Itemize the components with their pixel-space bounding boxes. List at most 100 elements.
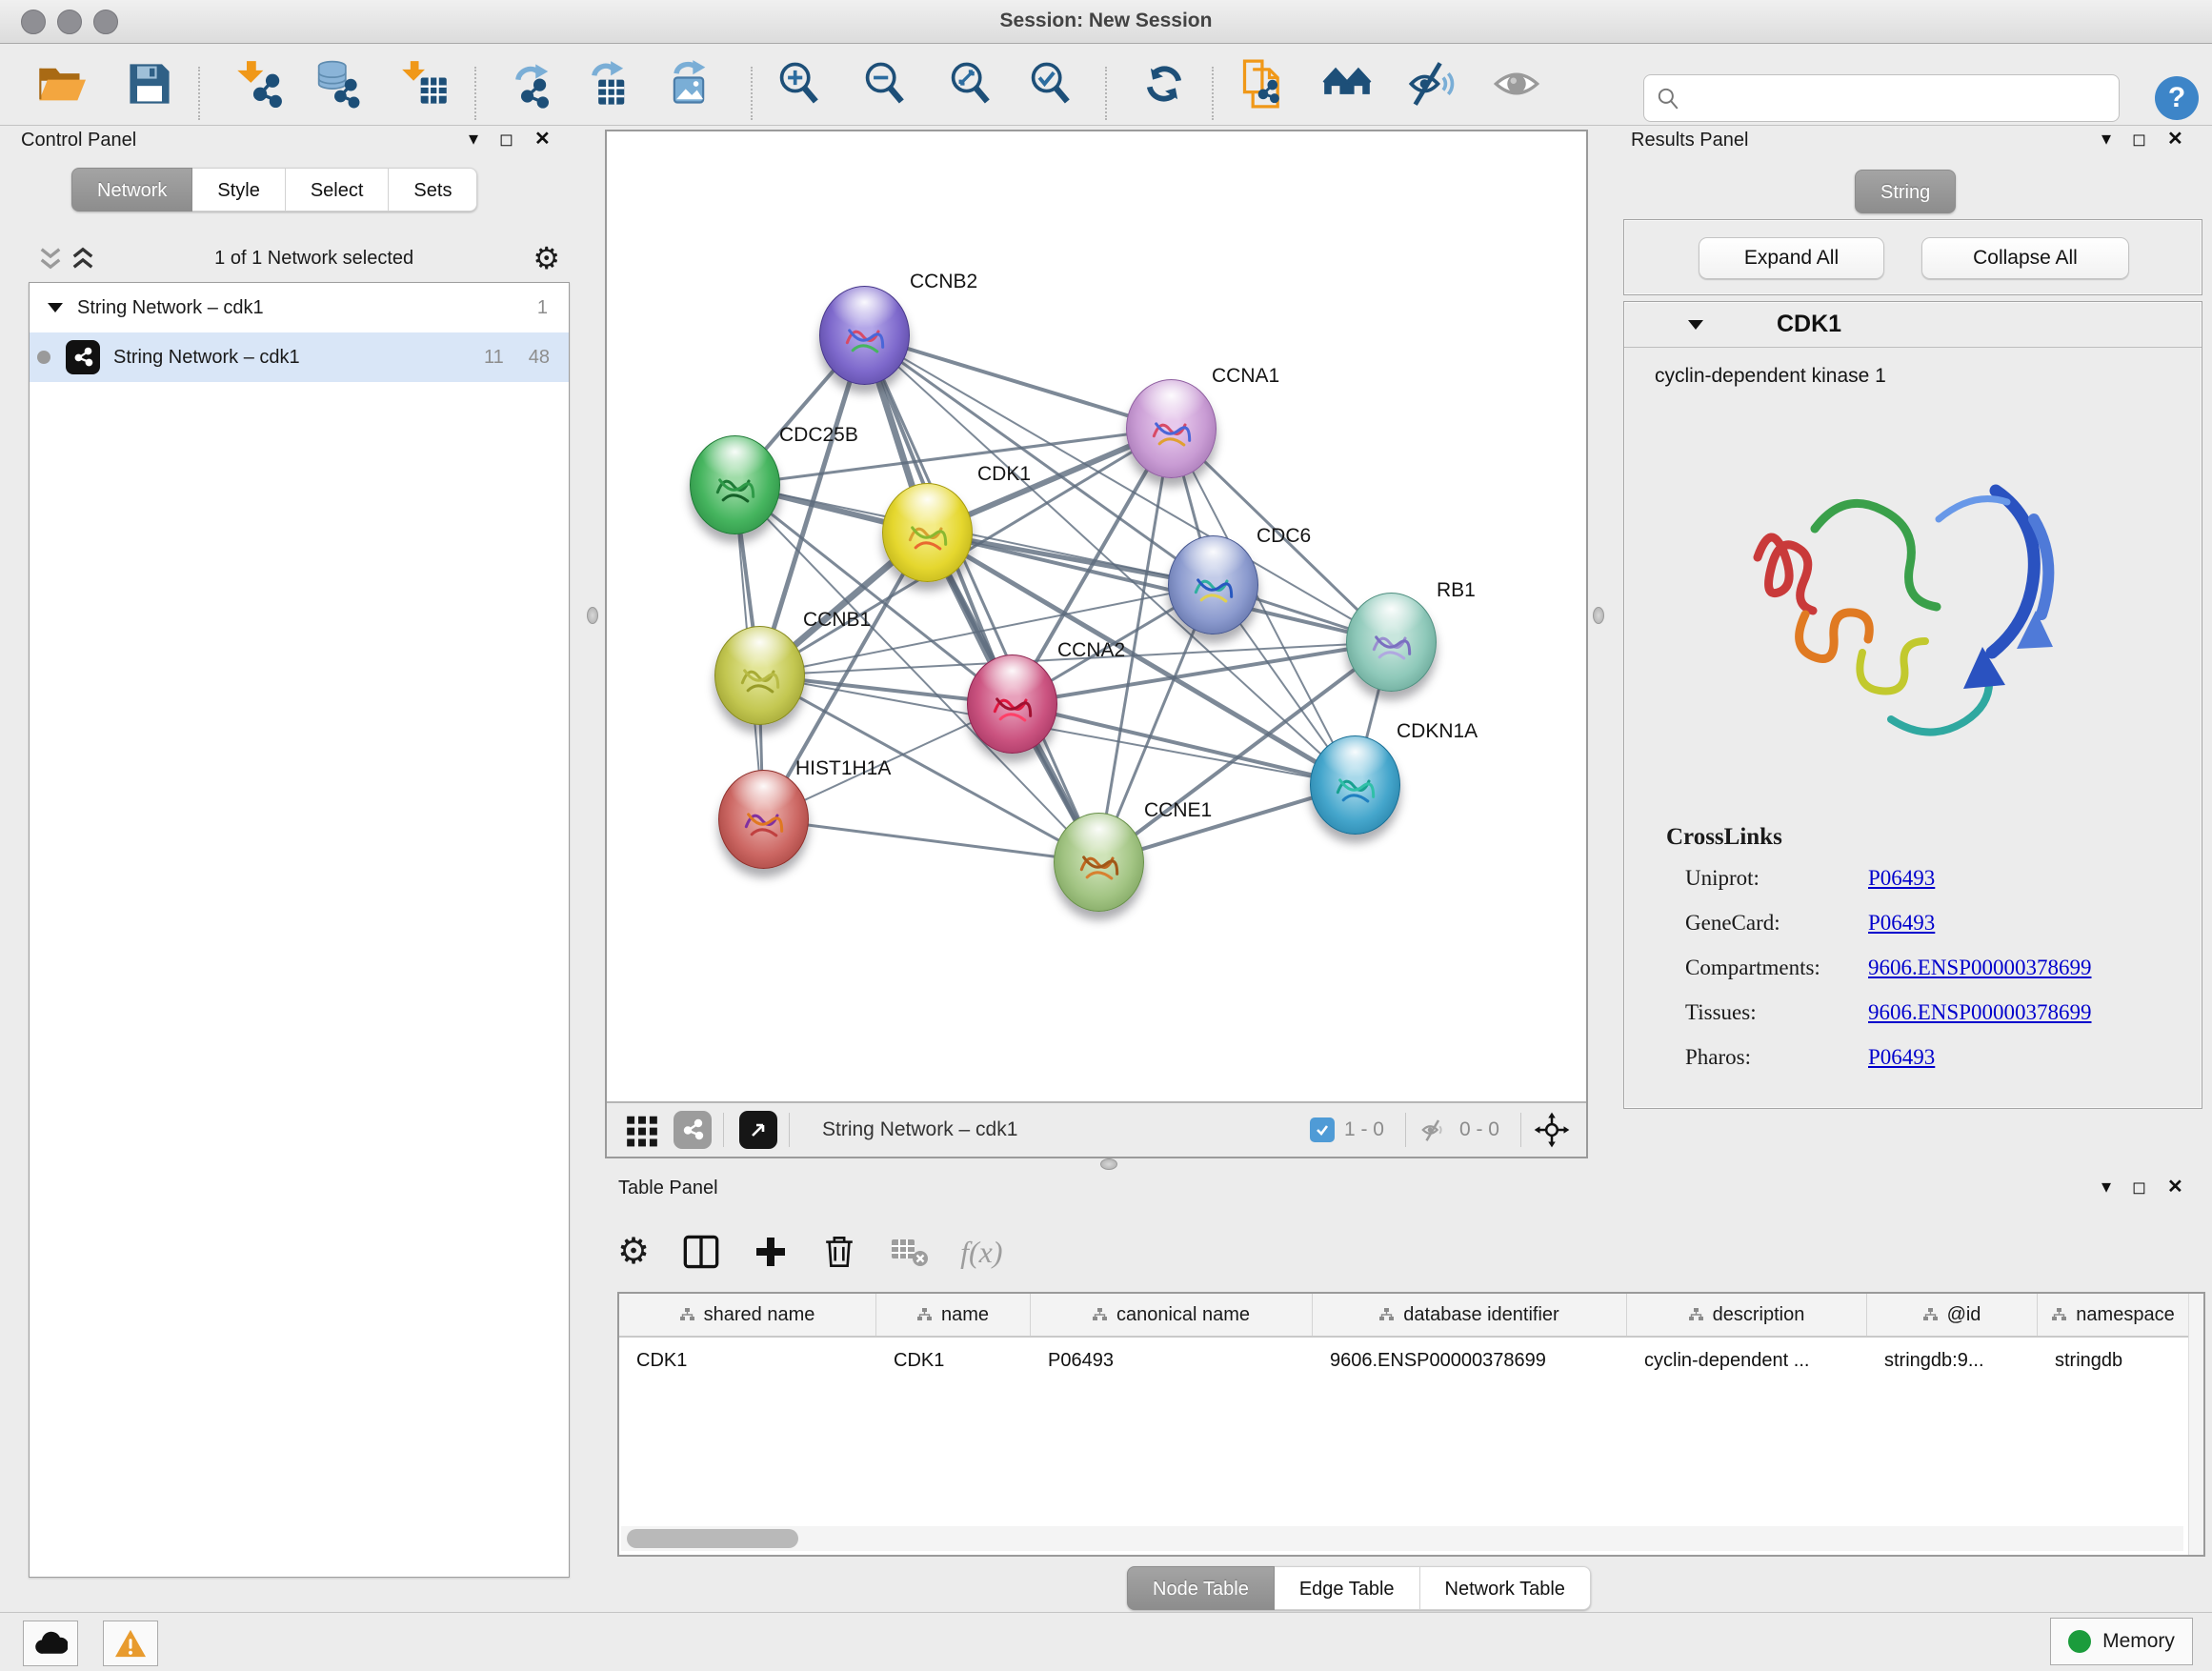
table-vertical-scrollbar[interactable] — [2188, 1294, 2203, 1555]
column-header[interactable]: canonical name — [1031, 1294, 1313, 1336]
add-column-icon[interactable] — [753, 1234, 789, 1270]
network-edge[interactable] — [763, 819, 1098, 862]
network-node-hist1h1a[interactable] — [718, 770, 809, 869]
table-cell[interactable]: 9606.ENSP00000378699 — [1313, 1339, 1627, 1381]
crosslink-link[interactable]: 9606.ENSP00000378699 — [1868, 1000, 2092, 1025]
import-network-from-database-button[interactable] — [311, 59, 360, 109]
export-network-button[interactable] — [508, 59, 557, 109]
column-header[interactable]: shared name — [619, 1294, 876, 1336]
crosslink-link[interactable]: P06493 — [1868, 866, 1935, 891]
column-header[interactable]: name — [876, 1294, 1031, 1336]
zoom-fit-button[interactable] — [946, 59, 995, 109]
control-panel-float-icon[interactable]: ▾ — [469, 130, 478, 149]
tab-style[interactable]: Style — [192, 168, 285, 211]
network-node-cdkn1a[interactable] — [1310, 735, 1400, 835]
network-tree-root-row[interactable]: String Network – cdk1 1 — [30, 283, 569, 332]
table-cell[interactable]: stringdb — [2038, 1339, 2190, 1381]
column-header[interactable]: @id — [1867, 1294, 2038, 1336]
results-panel-close-icon[interactable]: ✕ — [2167, 130, 2183, 149]
save-session-button[interactable] — [125, 59, 174, 109]
zoom-out-button[interactable] — [860, 59, 910, 109]
refresh-button[interactable] — [1139, 59, 1189, 109]
tab-string[interactable]: String — [1855, 170, 1956, 213]
network-node-ccna2[interactable] — [967, 654, 1057, 754]
table-panel-float-icon[interactable]: ▾ — [2101, 1178, 2111, 1197]
tab-edge-table[interactable]: Edge Table — [1275, 1566, 1420, 1610]
tab-node-table[interactable]: Node Table — [1127, 1566, 1275, 1610]
tree-expander-icon[interactable] — [47, 301, 64, 314]
right-splitter-grip[interactable] — [1593, 607, 1604, 624]
export-table-button[interactable] — [584, 59, 633, 109]
birds-eye-view-icon[interactable] — [624, 1112, 660, 1148]
column-header[interactable]: namespace — [2038, 1294, 2190, 1336]
table-options-gear-icon[interactable]: ⚙ — [617, 1237, 650, 1267]
results-panel-float-icon[interactable]: ▾ — [2101, 130, 2111, 149]
table-cell[interactable]: P06493 — [1031, 1339, 1313, 1381]
control-panel-close-icon[interactable]: ✕ — [534, 130, 551, 149]
table-panel-close-icon[interactable]: ✕ — [2167, 1178, 2183, 1197]
network-canvas[interactable]: CCNB2CCNA1CDC25BCDK1CDC6RB1CCNB1CCNA2CDK… — [607, 131, 1586, 1101]
collapse-all-icon[interactable] — [38, 246, 63, 271]
table-cell[interactable]: cyclin-dependent ... — [1627, 1339, 1867, 1381]
left-splitter-grip[interactable] — [587, 607, 598, 624]
network-node-ccna1[interactable] — [1126, 379, 1217, 478]
show-graphics-details-button[interactable] — [1492, 59, 1541, 109]
table-cell[interactable]: CDK1 — [619, 1339, 876, 1381]
control-panel-maximize-icon[interactable]: ◻ — [499, 130, 513, 149]
crosslink-link[interactable]: P06493 — [1868, 1045, 1935, 1070]
section-expander-icon[interactable] — [1687, 318, 1704, 332]
network-edge[interactable] — [1012, 704, 1355, 785]
open-in-window-icon[interactable] — [739, 1111, 777, 1149]
network-node-cdc6[interactable] — [1168, 535, 1258, 634]
open-session-button[interactable] — [36, 59, 86, 109]
crosslink-link[interactable]: P06493 — [1868, 911, 1935, 936]
import-network-button[interactable] — [234, 59, 284, 109]
cloud-button[interactable] — [23, 1621, 78, 1666]
fit-crosshair-icon[interactable] — [1533, 1111, 1571, 1149]
warnings-button[interactable] — [103, 1621, 158, 1666]
export-image-button[interactable] — [664, 59, 714, 109]
crosslink-link[interactable]: 9606.ENSP00000378699 — [1868, 956, 2092, 980]
network-edge[interactable] — [864, 335, 1171, 429]
zoom-in-button[interactable] — [774, 59, 824, 109]
column-header[interactable]: database identifier — [1313, 1294, 1627, 1336]
memory-button[interactable]: Memory — [2050, 1618, 2193, 1665]
search-input[interactable] — [1680, 79, 2119, 117]
help-button[interactable]: ? — [2155, 76, 2199, 120]
import-table-button[interactable] — [400, 59, 450, 109]
string-home-button[interactable] — [1322, 59, 1372, 109]
network-node-cdk1[interactable] — [882, 483, 973, 582]
network-node-ccnb2[interactable] — [819, 286, 910, 385]
results-panel-maximize-icon[interactable]: ◻ — [2132, 130, 2146, 149]
column-header[interactable]: description — [1627, 1294, 1867, 1336]
network-node-cdc25b[interactable] — [690, 435, 780, 534]
network-node-rb1[interactable] — [1346, 593, 1437, 692]
stringify-network-button[interactable] — [1238, 59, 1288, 109]
table-panel-maximize-icon[interactable]: ◻ — [2132, 1178, 2146, 1197]
selected-checkbox-icon[interactable] — [1310, 1117, 1335, 1142]
enhance-labels-button[interactable] — [1407, 59, 1457, 109]
table-cell[interactable]: stringdb:9... — [1867, 1339, 2038, 1381]
cdk1-section-header[interactable]: CDK1 — [1624, 302, 2202, 348]
zoom-selected-button[interactable] — [1026, 59, 1076, 109]
network-tree-child-row[interactable]: String Network – cdk1 11 48 — [30, 332, 569, 382]
network-node-ccne1[interactable] — [1054, 813, 1144, 912]
network-options-gear-icon[interactable]: ⚙ — [533, 243, 560, 273]
string-badge-icon[interactable] — [674, 1111, 712, 1149]
delete-column-trash-icon[interactable] — [821, 1234, 857, 1270]
table-horizontal-scrollbar[interactable] — [621, 1526, 2183, 1551]
show-columns-icon[interactable] — [682, 1233, 720, 1271]
network-edge[interactable] — [927, 533, 1391, 642]
table-cell[interactable]: CDK1 — [876, 1339, 1031, 1381]
table-row[interactable]: CDK1CDK1P064939606.ENSP00000378699cyclin… — [619, 1339, 2190, 1381]
network-node-ccnb1[interactable] — [714, 626, 805, 725]
network-edge[interactable] — [864, 335, 1098, 862]
tab-sets[interactable]: Sets — [389, 168, 477, 211]
tab-select[interactable]: Select — [286, 168, 390, 211]
expand-all-button[interactable]: Expand All — [1699, 237, 1884, 279]
expand-all-icon[interactable] — [70, 246, 95, 271]
collapse-all-button[interactable]: Collapse All — [1921, 237, 2129, 279]
bottom-splitter-grip[interactable] — [1100, 1158, 1117, 1170]
tab-network-table[interactable]: Network Table — [1420, 1566, 1591, 1610]
tab-network[interactable]: Network — [71, 168, 192, 211]
